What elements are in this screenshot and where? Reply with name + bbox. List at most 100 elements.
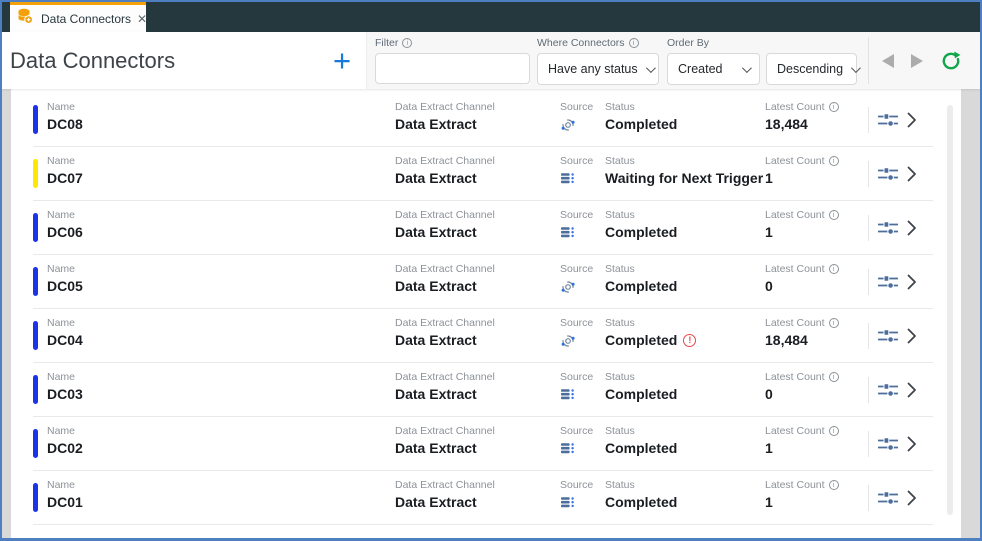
row-divider <box>868 215 869 241</box>
latest-count-info-icon[interactable]: i <box>828 372 839 382</box>
previous-page-icon[interactable] <box>882 53 894 68</box>
connector-row[interactable]: Name DC06 Data Extract Channel Data Extr… <box>11 201 961 255</box>
add-connector-button[interactable]: + <box>324 43 360 79</box>
row-divider <box>868 431 869 457</box>
left-gutter <box>2 89 11 538</box>
row-settings-button[interactable] <box>877 220 899 237</box>
status-value: Completed <box>605 116 678 132</box>
latest-count-info-icon[interactable]: i <box>828 102 839 112</box>
status-color-bar <box>33 213 38 242</box>
status-column-label: Status <box>605 209 635 221</box>
connector-name: DC07 <box>47 170 83 186</box>
connector-name: DC01 <box>47 494 83 510</box>
name-column-label: Name <box>47 371 76 383</box>
latest-count-cell: Latest Count i 1 <box>765 209 839 240</box>
latest-count-value: 18,484 <box>765 116 808 132</box>
channel-column-label: Data Extract Channel <box>395 263 495 275</box>
name-column-label: Name <box>47 479 76 491</box>
status-column-label: Status <box>605 263 635 275</box>
name-column-label: Name <box>47 155 76 167</box>
status-cell: Status Completed <box>605 209 677 240</box>
data-connector-icon <box>17 8 34 29</box>
row-open-button[interactable] <box>907 112 917 129</box>
latest-count-cell: Latest Count i 0 <box>765 371 839 402</box>
status-color-bar <box>33 321 38 350</box>
source-cell: Source <box>560 317 593 354</box>
latest-count-cell: Latest Count i 1 <box>765 479 839 510</box>
latest-count-info-icon[interactable]: i <box>828 264 839 274</box>
latest-count-info-icon[interactable]: i <box>828 210 839 220</box>
connector-row[interactable]: Name DC01 Data Extract Channel Data Extr… <box>11 471 961 525</box>
connector-row[interactable]: Name DC08 Data Extract Channel Data Extr… <box>11 93 961 147</box>
row-settings-button[interactable] <box>877 112 899 129</box>
latest-count-value: 1 <box>765 494 773 510</box>
where-connectors-info-icon[interactable]: i <box>628 38 639 48</box>
latest-count-cell: Latest Count i 1 <box>765 425 839 456</box>
status-column-label: Status <box>605 317 635 329</box>
row-open-button[interactable] <box>907 382 917 399</box>
tab-close-icon[interactable]: ✕ <box>137 12 147 26</box>
latest-count-info-icon[interactable]: i <box>828 480 839 490</box>
status-cell: Status Completed <box>605 101 677 132</box>
channel-cell: Data Extract Channel Data Extract <box>395 155 495 186</box>
channel-column-label: Data Extract Channel <box>395 317 495 329</box>
connector-row[interactable]: Name DC04 Data Extract Channel Data Extr… <box>11 309 961 363</box>
latest-count-value: 1 <box>765 440 773 456</box>
source-column-label: Source <box>560 425 594 437</box>
row-open-button[interactable] <box>907 328 917 345</box>
status-color-bar <box>33 375 38 404</box>
latest-count-value: 18,484 <box>765 332 808 348</box>
sliders-icon <box>878 275 898 289</box>
order-by-field-select[interactable]: Created <box>667 53 760 85</box>
connector-row[interactable]: Name DC07 Data Extract Channel Data Extr… <box>11 147 961 201</box>
row-open-button[interactable] <box>907 274 917 291</box>
channel-column-label: Data Extract Channel <box>395 209 495 221</box>
channel-cell: Data Extract Channel Data Extract <box>395 425 495 456</box>
latest-count-cell: Latest Count i 18,484 <box>765 101 839 132</box>
refresh-button[interactable] <box>940 50 962 72</box>
connector-name: DC03 <box>47 386 83 402</box>
row-settings-button[interactable] <box>877 328 899 345</box>
connector-row[interactable]: Name DC02 Data Extract Channel Data Extr… <box>11 417 961 471</box>
channel-column-label: Data Extract Channel <box>395 371 495 383</box>
name-cell: Name DC08 <box>47 101 83 132</box>
latest-count-info-icon[interactable]: i <box>828 426 839 436</box>
latest-count-info-icon[interactable]: i <box>828 318 839 328</box>
row-open-button[interactable] <box>907 436 917 453</box>
row-divider <box>868 377 869 403</box>
row-divider <box>868 485 869 511</box>
status-cell: Status Completed <box>605 425 677 456</box>
connector-name: DC08 <box>47 116 83 132</box>
where-connectors-select[interactable]: Have any status <box>537 53 659 85</box>
filter-input[interactable] <box>375 53 530 84</box>
status-column-label: Status <box>605 155 635 167</box>
database-source-icon <box>560 387 575 402</box>
row-settings-button[interactable] <box>877 436 899 453</box>
latest-count-column-label: Latest Count <box>765 101 825 113</box>
connector-name: DC04 <box>47 332 83 348</box>
name-column-label: Name <box>47 101 76 113</box>
status-cell: Status Completed <box>605 371 677 402</box>
next-page-icon[interactable] <box>911 53 923 68</box>
order-by-direction-select[interactable]: Descending <box>766 53 861 85</box>
row-open-button[interactable] <box>907 220 917 237</box>
connector-row[interactable]: Name DC05 Data Extract Channel Data Extr… <box>11 255 961 309</box>
source-column-label: Source <box>560 263 594 275</box>
source-column-label: Source <box>560 209 594 221</box>
row-open-button[interactable] <box>907 166 917 183</box>
row-open-button[interactable] <box>907 490 917 507</box>
row-settings-button[interactable] <box>877 490 899 507</box>
vertical-scrollbar[interactable] <box>947 105 953 528</box>
source-column-label: Source <box>560 371 594 383</box>
row-settings-button[interactable] <box>877 382 899 399</box>
filter-info-icon[interactable]: i <box>402 38 413 48</box>
row-settings-button[interactable] <box>877 166 899 183</box>
scrollbar-thumb[interactable] <box>947 105 953 516</box>
connector-row[interactable]: Name DC03 Data Extract Channel Data Extr… <box>11 363 961 417</box>
tab-data-connectors[interactable]: Data Connectors ✕ <box>10 2 147 32</box>
name-column-label: Name <box>47 425 76 437</box>
row-settings-button[interactable] <box>877 274 899 291</box>
latest-count-info-icon[interactable]: i <box>828 156 839 166</box>
latest-count-column-label: Latest Count <box>765 425 825 437</box>
source-column-label: Source <box>560 479 594 491</box>
